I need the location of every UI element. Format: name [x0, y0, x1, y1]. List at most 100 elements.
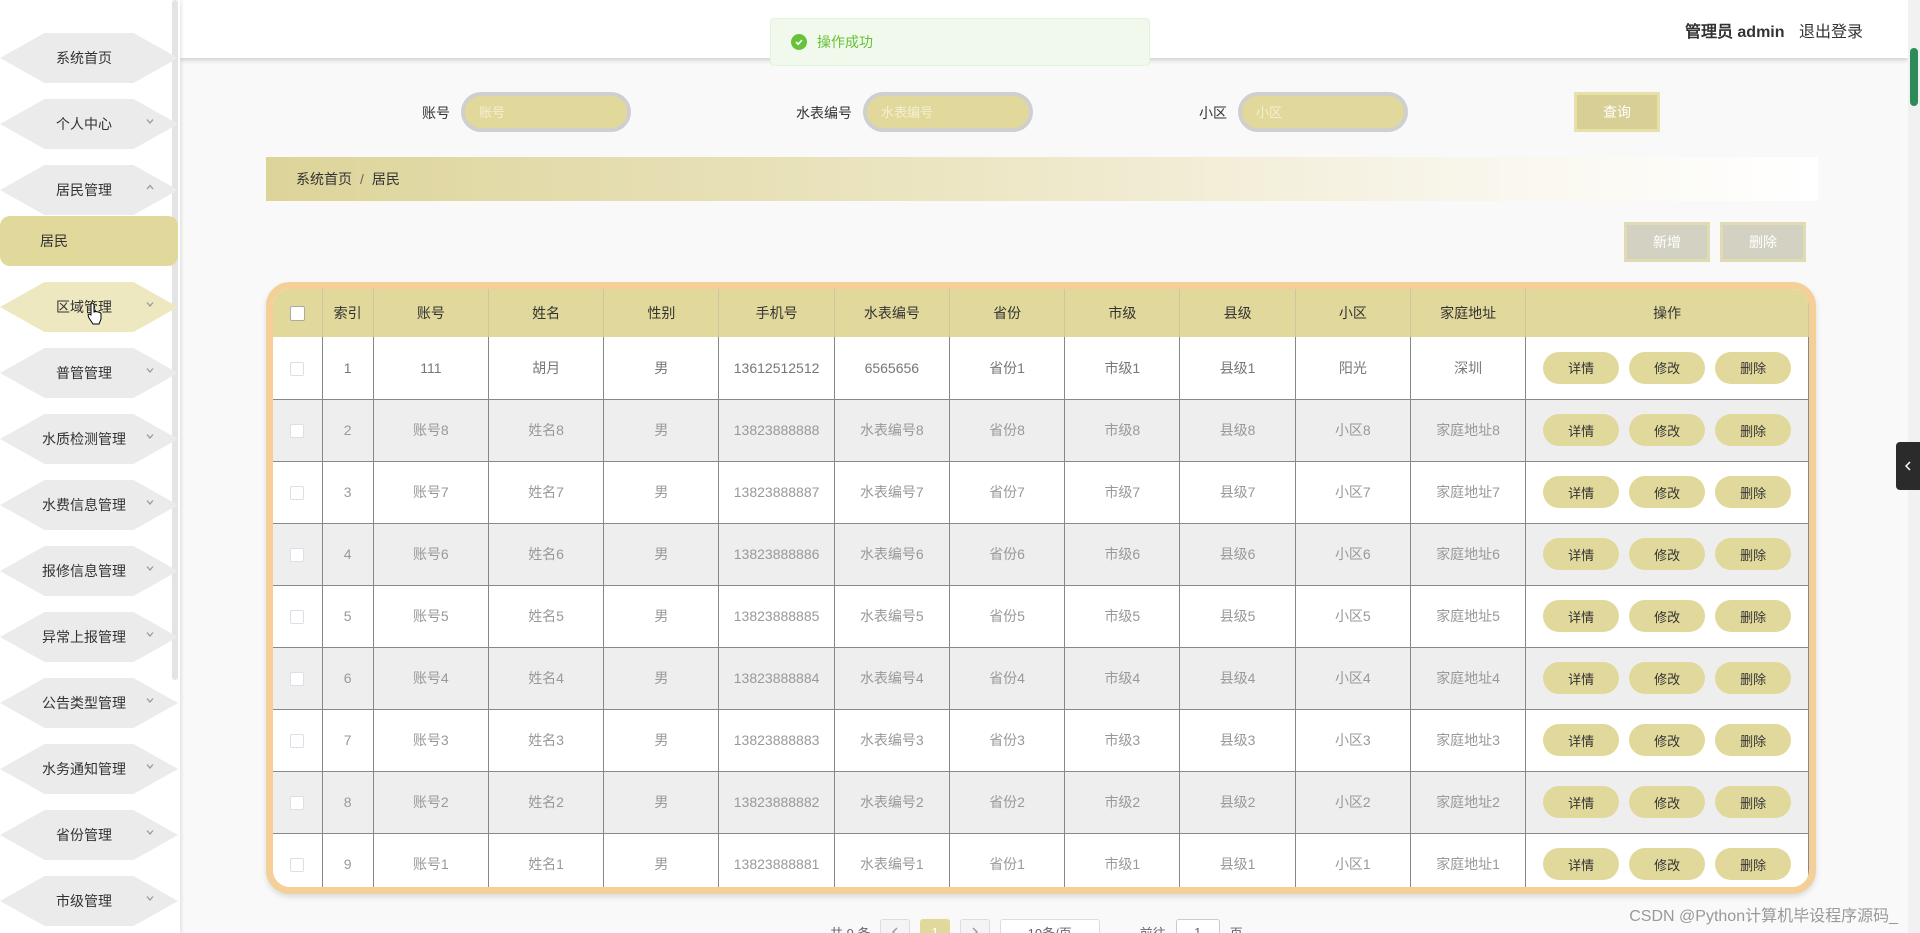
row-select-cell[interactable] — [273, 399, 323, 462]
row-checkbox[interactable] — [290, 361, 305, 376]
row-checkbox[interactable] — [290, 796, 305, 811]
row-checkbox[interactable] — [290, 672, 305, 687]
row-checkbox[interactable] — [290, 424, 305, 439]
breadcrumb: 系统首页 / 居民 — [266, 157, 1818, 201]
query-button[interactable]: 查询 — [1574, 92, 1660, 132]
page-number-button[interactable]: 1 — [920, 919, 950, 933]
sidebar-item-anomaly-report-management[interactable]: 异常上报管理 — [0, 612, 178, 662]
sidebar-item-water-quality-management[interactable]: 水质检测管理 — [0, 414, 178, 464]
prev-page-button[interactable] — [880, 919, 911, 933]
header-community: 小区 — [1295, 289, 1411, 337]
cell-address: 家庭地址8 — [1410, 399, 1527, 462]
row-checkbox[interactable] — [290, 858, 305, 873]
detail-button[interactable]: 详情 — [1543, 351, 1620, 384]
row-select-cell[interactable] — [273, 709, 323, 772]
side-drawer-toggle[interactable] — [1896, 442, 1920, 490]
cell-index: 7 — [322, 709, 374, 772]
chevron-left-icon — [1904, 461, 1911, 471]
delete-button[interactable]: 删除 — [1715, 351, 1792, 384]
cell-meter: 水表编号7 — [834, 461, 950, 524]
community-search-input[interactable] — [1238, 92, 1408, 132]
delete-button[interactable]: 删除 — [1715, 414, 1792, 446]
row-checkbox[interactable] — [290, 486, 305, 501]
edit-button[interactable]: 修改 — [1629, 351, 1706, 384]
delete-button[interactable]: 删除 — [1715, 724, 1792, 756]
edit-button[interactable]: 修改 — [1629, 724, 1706, 756]
row-select-cell[interactable] — [273, 833, 323, 887]
cell-index: 1 — [322, 337, 374, 400]
row-select-cell[interactable] — [273, 337, 323, 400]
page-scrollbar-thumb[interactable] — [1910, 48, 1918, 106]
chevron-down-icon — [146, 432, 154, 440]
delete-button[interactable]: 删除 — [1715, 662, 1792, 694]
sidebar-subitem-resident[interactable]: 居民 — [0, 216, 178, 266]
row-checkbox[interactable] — [290, 734, 305, 749]
sidebar-item-resident-management[interactable]: 居民管理 — [0, 165, 178, 215]
cell-phone: 13823888881 — [718, 833, 835, 887]
user-role-label: 管理员 admin — [1684, 24, 1785, 41]
sidebar-item-repair-management[interactable]: 报修信息管理 — [0, 546, 178, 596]
delete-button[interactable]: 删除 — [1715, 538, 1792, 570]
cell-phone: 13612512512 — [718, 337, 835, 400]
sidebar-item-notice-type-management[interactable]: 公告类型管理 — [0, 678, 178, 728]
edit-button[interactable]: 修改 — [1629, 476, 1706, 508]
cell-actions: 详情 修改 删除 — [1525, 647, 1809, 710]
sidebar-item-label: 市级管理 — [56, 893, 112, 909]
header-meter: 水表编号 — [834, 289, 950, 337]
batch-delete-button[interactable]: 删除 — [1720, 222, 1806, 262]
goto-page-input[interactable]: 1 — [1175, 919, 1220, 933]
edit-button[interactable]: 修改 — [1629, 414, 1706, 446]
row-select-cell[interactable] — [273, 523, 323, 586]
row-select-cell[interactable] — [273, 647, 323, 710]
row-checkbox[interactable] — [290, 548, 305, 563]
breadcrumb-home[interactable]: 系统首页 — [296, 169, 352, 189]
detail-button[interactable]: 详情 — [1543, 662, 1620, 694]
sidebar-item-home[interactable]: 系统首页 — [0, 33, 178, 83]
row-checkbox[interactable] — [290, 610, 305, 625]
detail-button[interactable]: 详情 — [1543, 848, 1620, 880]
row-select-cell[interactable] — [273, 461, 323, 524]
next-page-button[interactable] — [959, 919, 990, 933]
row-select-cell[interactable] — [273, 585, 323, 648]
sidebar-item-label: 居民管理 — [56, 182, 112, 198]
edit-button[interactable]: 修改 — [1629, 786, 1706, 818]
cell-city: 市级4 — [1064, 647, 1181, 710]
cell-phone: 13823888887 — [718, 461, 835, 524]
page-size-select[interactable]: 10条/页 — [999, 919, 1100, 933]
meter-search-input[interactable] — [863, 92, 1033, 132]
sidebar-item-city-management[interactable]: 市级管理 — [0, 876, 178, 926]
cell-gender: 男 — [603, 585, 720, 648]
sidebar-item-province-management[interactable]: 省份管理 — [0, 810, 178, 860]
detail-button[interactable]: 详情 — [1543, 724, 1620, 756]
header-province: 省份 — [949, 289, 1066, 337]
sidebar-item-water-notice-management[interactable]: 水务通知管理 — [0, 744, 178, 794]
edit-button[interactable]: 修改 — [1629, 662, 1706, 694]
detail-button[interactable]: 详情 — [1543, 476, 1620, 508]
edit-button[interactable]: 修改 — [1629, 600, 1706, 632]
logout-link[interactable]: 退出登录 — [1799, 24, 1863, 41]
delete-button[interactable]: 删除 — [1715, 848, 1792, 880]
select-all-checkbox[interactable] — [289, 306, 305, 322]
cell-address: 家庭地址1 — [1410, 833, 1527, 887]
detail-button[interactable]: 详情 — [1543, 538, 1620, 570]
sidebar-item-personal-center[interactable]: 个人中心 — [0, 99, 178, 149]
edit-button[interactable]: 修改 — [1629, 538, 1706, 570]
row-select-cell[interactable] — [273, 771, 323, 834]
delete-button[interactable]: 删除 — [1715, 786, 1792, 818]
cell-actions: 详情 修改 删除 — [1525, 461, 1809, 524]
delete-button[interactable]: 删除 — [1715, 600, 1792, 632]
detail-button[interactable]: 详情 — [1543, 786, 1620, 818]
add-button[interactable]: 新增 — [1624, 222, 1710, 262]
delete-button[interactable]: 删除 — [1715, 476, 1792, 508]
edit-button[interactable]: 修改 — [1629, 848, 1706, 880]
account-search-input[interactable] — [461, 92, 631, 132]
detail-button[interactable]: 详情 — [1543, 414, 1620, 446]
cell-city: 市级6 — [1064, 523, 1181, 586]
cell-account: 账号7 — [373, 461, 489, 524]
cell-county: 县级6 — [1179, 523, 1296, 586]
select-all-header[interactable] — [273, 289, 323, 337]
detail-button[interactable]: 详情 — [1543, 600, 1620, 632]
sidebar-item-water-fee-management[interactable]: 水费信息管理 — [0, 480, 178, 530]
sidebar-item-staff-management[interactable]: 普管管理 — [0, 348, 178, 398]
cell-address: 家庭地址5 — [1410, 585, 1527, 648]
